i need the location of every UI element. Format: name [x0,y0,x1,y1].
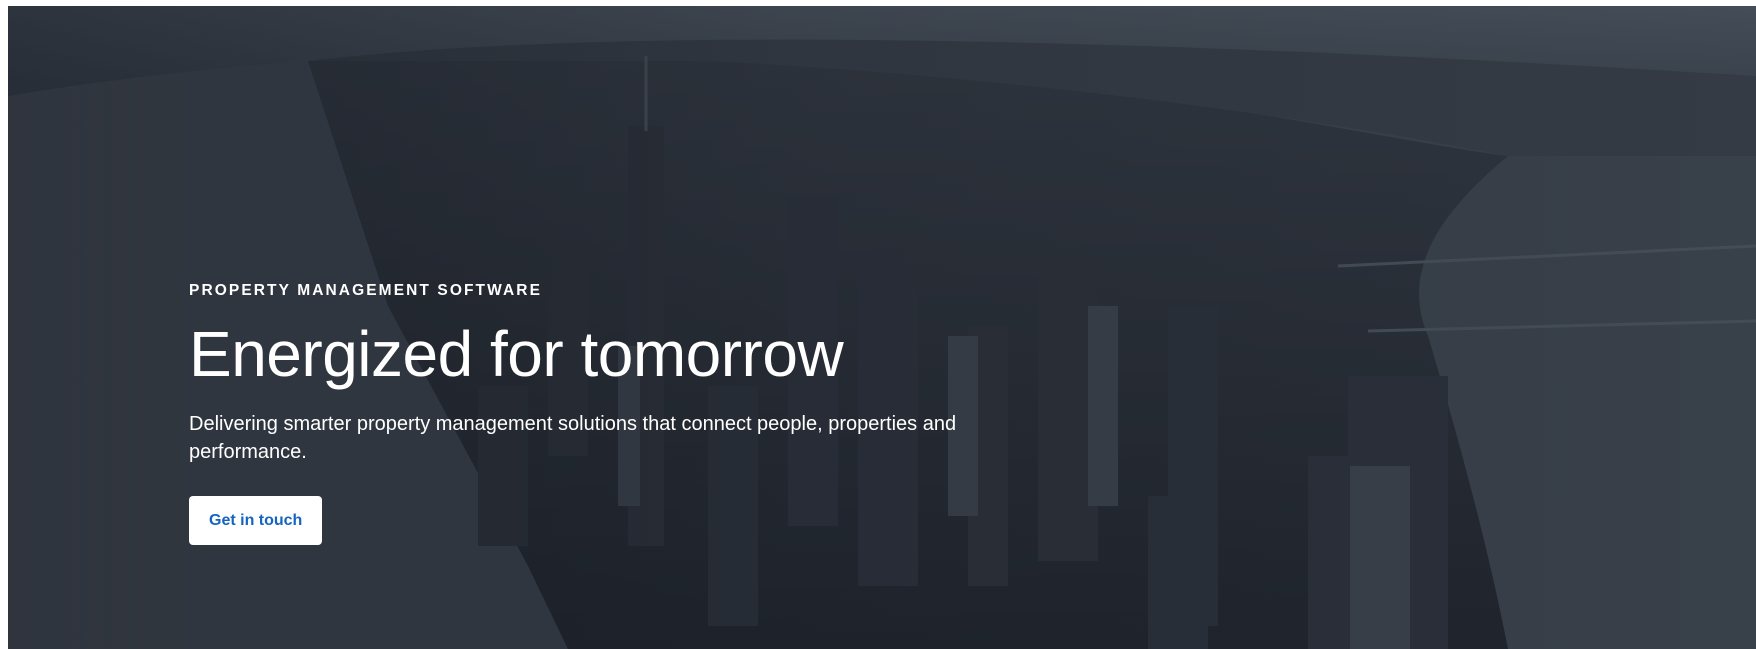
get-in-touch-button[interactable]: Get in touch [189,496,323,545]
hero-subtext: Delivering smarter property management s… [189,413,957,463]
hero-content: PROPERTY MANAGEMENT SOFTWARE Energized f… [189,282,1089,545]
hero-headline: Energized for tomorrow [189,318,844,390]
hero-banner: PROPERTY MANAGEMENT SOFTWARE Energized f… [8,6,1756,649]
hero-eyebrow: PROPERTY MANAGEMENT SOFTWARE [189,282,543,299]
